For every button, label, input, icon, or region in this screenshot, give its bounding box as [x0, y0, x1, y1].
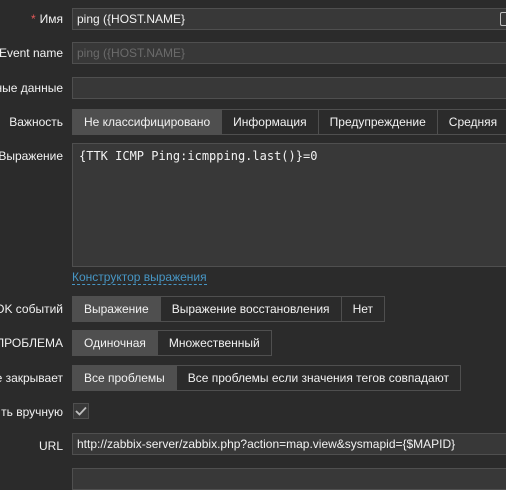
- severity-warning[interactable]: Предупреждение: [318, 109, 438, 135]
- ok-event-none[interactable]: Нет: [341, 296, 385, 322]
- ok-closes-all-problems[interactable]: Все проблемы: [72, 365, 177, 391]
- severity-average[interactable]: Средняя: [437, 109, 506, 135]
- ok-closes-tag-match[interactable]: Все проблемы если значения тегов совпада…: [176, 365, 461, 391]
- expression-textarea[interactable]: {TTK ICMP Ping:icmpping.last()}=0: [72, 143, 506, 267]
- severity-label: Важность: [9, 115, 63, 129]
- url-input[interactable]: http://zabbix-server/zabbix.php?action=m…: [72, 433, 506, 455]
- manual-close-label: ть вручную: [1, 405, 63, 419]
- opdata-label: ные данные: [0, 81, 63, 95]
- severity-information[interactable]: Информация: [222, 109, 319, 135]
- ok-closes-label: е закрывает: [0, 371, 63, 385]
- problem-mode-selector: Одиночная Множественный: [72, 330, 272, 356]
- ok-event-label: OK событий: [0, 302, 63, 316]
- expression-constructor-link[interactable]: Конструктор выражения: [72, 271, 207, 285]
- checkmark-icon: [75, 406, 87, 416]
- problem-mode-multiple[interactable]: Множественный: [157, 330, 272, 356]
- name-label: * Имя: [30, 12, 63, 26]
- manual-close-checkbox[interactable]: [73, 403, 89, 419]
- ok-event-recovery-expression[interactable]: Выражение восстановления: [160, 296, 342, 322]
- problem-mode-single[interactable]: Одиночная: [72, 330, 158, 356]
- expression-label: Выражение: [0, 149, 63, 163]
- ok-closes-selector: Все проблемы Все проблемы если значения …: [72, 365, 461, 391]
- macro-button[interactable]: [500, 12, 506, 26]
- severity-selector: Не классифицировано Информация Предупреж…: [72, 109, 506, 135]
- opdata-input[interactable]: [72, 77, 506, 99]
- event-name-label: Event name: [0, 46, 63, 60]
- event-name-input[interactable]: ping ({HOST.NAME}: [72, 42, 506, 64]
- ok-event-selector: Выражение Выражение восстановления Нет: [72, 296, 385, 322]
- severity-not-classified[interactable]: Не классифицировано: [72, 109, 223, 135]
- ok-event-expression[interactable]: Выражение: [72, 296, 161, 322]
- name-input[interactable]: ping ({HOST.NAME}: [72, 8, 506, 30]
- description-textarea[interactable]: [72, 468, 506, 490]
- problem-mode-label: ПРОБЛЕМА: [0, 336, 63, 350]
- url-label: URL: [38, 439, 63, 453]
